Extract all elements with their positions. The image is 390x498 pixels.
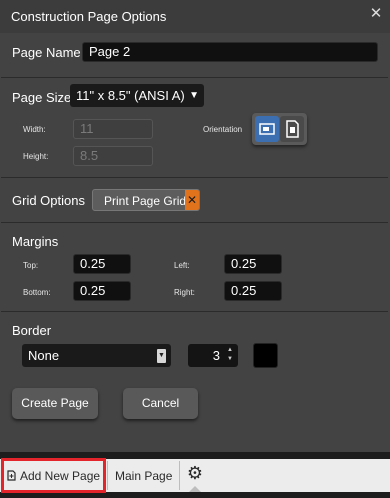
margin-bottom-label: Bottom:	[23, 288, 51, 297]
page-size-label: Page Size	[12, 90, 72, 105]
margins-label: Margins	[12, 234, 59, 249]
divider	[1, 77, 388, 78]
divider	[1, 311, 388, 312]
width-input[interactable]: 11	[73, 119, 153, 139]
portrait-orientation-button[interactable]	[280, 116, 304, 142]
margin-right-input[interactable]: 0.25	[224, 281, 282, 301]
margin-top-input[interactable]: 0.25	[73, 254, 131, 274]
chevron-down-icon: ▼	[189, 90, 199, 101]
tab-main-page[interactable]: Main Page	[115, 469, 172, 483]
construction-page-options-dialog: Construction Page Options ✕ Page Name Pa…	[0, 0, 390, 452]
page-size-selected: 11" x 8.5" (ANSI A)	[76, 88, 185, 103]
border-width-value: 3	[212, 348, 220, 363]
divider	[1, 222, 388, 223]
border-width-stepper[interactable]: 3 ▲ ▼	[188, 344, 238, 367]
chevron-down-icon: ▼	[157, 349, 166, 363]
stepper-arrows-icon[interactable]: ▲ ▼	[225, 346, 235, 365]
margin-top-label: Top:	[23, 261, 39, 270]
margin-bottom-input[interactable]: 0.25	[73, 281, 131, 301]
active-indicator-icon	[189, 486, 201, 492]
margin-left-input[interactable]: 0.25	[224, 254, 282, 274]
dialog-title: Construction Page Options	[11, 9, 167, 24]
border-style-dropdown[interactable]: None ▼	[22, 344, 171, 367]
remove-chip-icon[interactable]: ✕	[185, 190, 199, 210]
landscape-orientation-button[interactable]	[255, 116, 279, 142]
add-new-page-label: Add New Page	[20, 469, 101, 483]
tab-divider	[107, 461, 108, 490]
gear-icon[interactable]: ⚙	[184, 462, 206, 484]
height-label: Height:	[23, 152, 49, 161]
add-new-page-tab[interactable]: Add New Page	[1, 458, 106, 493]
margin-left-label: Left:	[174, 261, 190, 270]
page-name-input[interactable]: Page 2	[82, 42, 378, 62]
print-page-grid-label: Print Page Grid	[104, 194, 187, 208]
tab-divider	[179, 461, 180, 490]
height-input[interactable]: 8.5	[73, 146, 153, 166]
border-color-swatch[interactable]	[253, 343, 278, 368]
border-style-selected: None	[28, 348, 60, 363]
page-name-label: Page Name	[12, 45, 81, 60]
new-page-icon	[7, 470, 16, 484]
portrait-page-icon	[286, 120, 299, 138]
orientation-label: Orientation	[203, 125, 243, 134]
close-icon[interactable]: ✕	[365, 3, 387, 25]
divider	[1, 177, 388, 178]
margin-right-label: Right:	[174, 288, 195, 297]
create-page-button[interactable]: Create Page	[12, 388, 98, 419]
grid-options-label: Grid Options	[12, 193, 85, 208]
page-size-dropdown[interactable]: 11" x 8.5" (ANSI A) ▼	[70, 84, 204, 107]
print-page-grid-chip[interactable]: Print Page Grid ✕	[92, 189, 200, 211]
cancel-button[interactable]: Cancel	[123, 388, 198, 419]
landscape-page-icon	[259, 123, 275, 135]
width-label: Width:	[23, 125, 46, 134]
orientation-toggle	[252, 113, 307, 145]
border-label: Border	[12, 323, 52, 338]
dialog-titlebar: Construction Page Options ✕	[0, 0, 390, 33]
